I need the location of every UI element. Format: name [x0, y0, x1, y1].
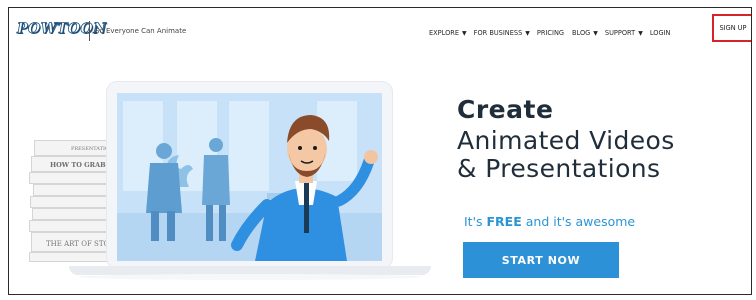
nav-support[interactable]: SUPPORT ▼	[605, 29, 650, 37]
signup-button[interactable]: SIGN UP	[712, 14, 751, 42]
hero-title-line1: Animated Videos	[457, 126, 675, 155]
signup-label: SIGN UP	[719, 24, 747, 32]
animated-scene-illustration	[117, 93, 382, 261]
hero-title-bold: Create	[457, 95, 554, 124]
caret-down-icon: ▼	[525, 29, 530, 37]
nav-for-business[interactable]: FOR BUSINESS ▼	[474, 29, 537, 37]
caret-down-icon: ▼	[593, 29, 598, 37]
caret-down-icon: ▼	[638, 29, 643, 37]
nav-login-label: LOGIN	[649, 29, 671, 37]
hero-subtitle: It's FREE and it's awesome	[464, 214, 635, 229]
nav-login[interactable]: LOGIN	[650, 29, 671, 37]
laptop-shadow	[79, 274, 421, 280]
nav-for-business-label: FOR BUSINESS	[473, 29, 523, 37]
nav-blog-label: BLOG	[572, 29, 591, 37]
office-scene-illustration	[117, 93, 382, 261]
nav-pricing[interactable]: PRICING	[537, 29, 564, 37]
hero-subtitle-suffix: and it's awesome	[521, 214, 636, 229]
nav-explore-label: EXPLORE	[429, 29, 460, 37]
start-now-button[interactable]: START NOW	[463, 242, 619, 278]
hero-subtitle-free: FREE	[486, 214, 522, 229]
hero-subtitle-prefix: It's	[464, 214, 487, 229]
nav-pricing-label: PRICING	[536, 29, 565, 37]
page-frame: POWTOON So Everyone Can Animate EXPLORE …	[8, 7, 752, 295]
nav-blog[interactable]: BLOG ▼	[572, 29, 605, 37]
powtoon-logo[interactable]: POWTOON	[17, 21, 107, 38]
book-how-to-label: HOW TO GRAB A	[50, 161, 113, 169]
nav-support-label: SUPPORT	[604, 29, 636, 37]
logo-divider	[89, 21, 90, 41]
nav-explore[interactable]: EXPLORE ▼	[429, 29, 474, 37]
site-header: POWTOON So Everyone Can Animate EXPLORE …	[9, 8, 751, 52]
hero-title-line2: & Presentations	[457, 154, 661, 183]
caret-down-icon: ▼	[462, 29, 467, 37]
main-nav: EXPLORE ▼ FOR BUSINESS ▼ PRICING BLOG ▼ …	[429, 27, 678, 39]
tagline: So Everyone Can Animate	[95, 27, 187, 35]
